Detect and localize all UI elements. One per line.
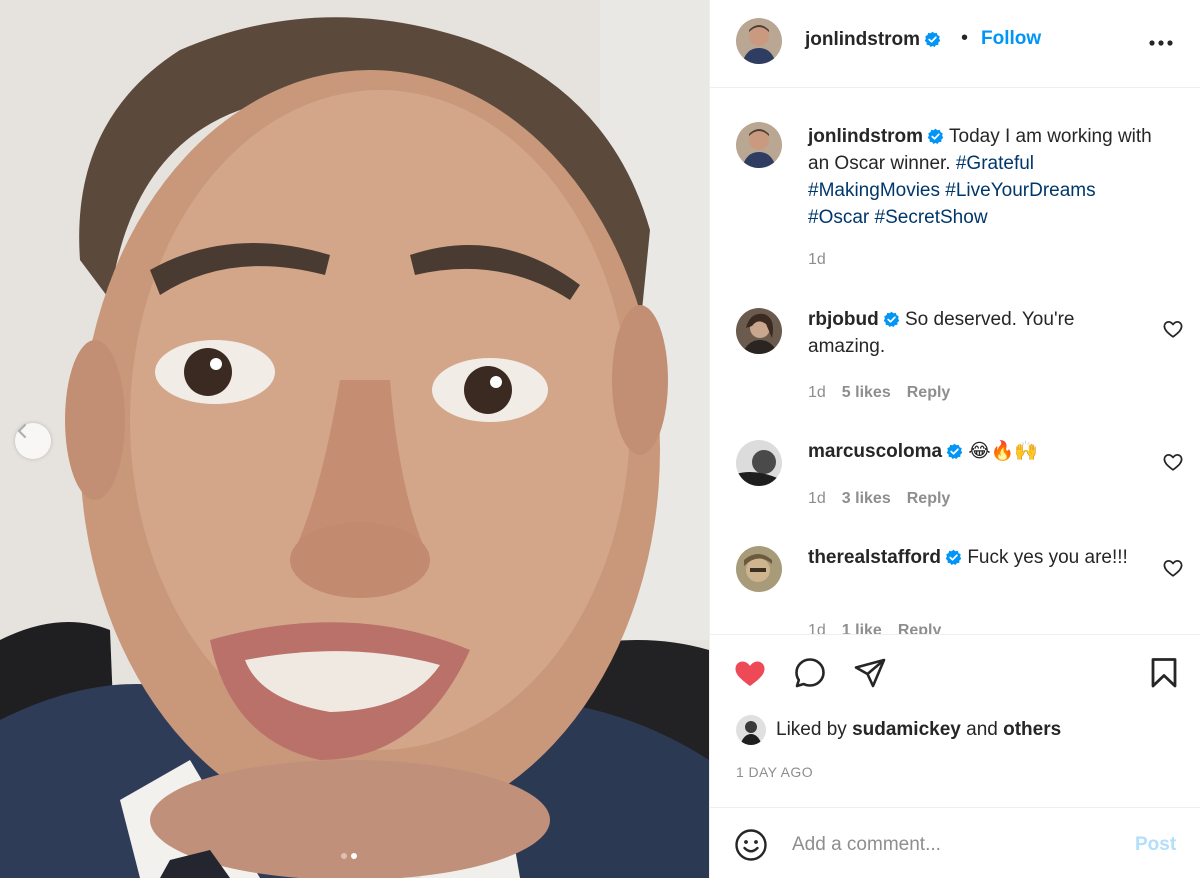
comment-reply-button[interactable]: Reply [898, 622, 942, 634]
avatar-image [736, 18, 782, 64]
liked-by-prefix: Liked by [776, 719, 847, 740]
hashtag-link[interactable]: #SecretShow [875, 207, 988, 228]
liked-by-and: and [966, 719, 998, 740]
author-username-text[interactable]: jonlindstrom [805, 29, 920, 50]
caption-time: 1d [808, 251, 826, 268]
comment-likes-count[interactable]: 3 likes [842, 490, 891, 508]
comment-item: marcuscoloma 😂🔥🙌 1d 3 likes Reply [710, 440, 1200, 520]
header-separator: • [961, 27, 969, 49]
commenter-username[interactable]: marcuscoloma [808, 441, 942, 462]
post-details-panel: jonlindstrom • Follow jonlindstrom Today… [709, 0, 1200, 878]
avatar-image [736, 715, 766, 745]
avatar-image [736, 308, 782, 354]
comment-body: 😂🔥🙌 [968, 441, 1038, 462]
carousel-indicator [341, 853, 357, 859]
emoji-icon[interactable] [734, 828, 768, 862]
post-caption: jonlindstrom Today I am working with an … [710, 122, 1200, 272]
comments-thread[interactable]: jonlindstrom Today I am working with an … [710, 89, 1200, 634]
comment-text-block: rbjobud So deserved. You're amazing. [808, 306, 1141, 360]
comment-body: Fuck yes you are!!! [967, 547, 1128, 568]
comment-like-heart-icon[interactable] [1162, 451, 1184, 473]
comment-time: 1d [808, 622, 826, 634]
comment-like-heart-icon[interactable] [1162, 318, 1184, 340]
liked-by-others[interactable]: others [1003, 719, 1061, 741]
follow-button[interactable]: Follow [981, 28, 1041, 50]
post-media[interactable] [0, 0, 709, 878]
comment-meta: 1d 1 like Reply [808, 622, 941, 634]
comment-likes-count[interactable]: 5 likes [842, 384, 891, 402]
comment-text-block: therealstafford Fuck yes you are!!! [808, 544, 1141, 571]
avatar-image [736, 546, 782, 592]
caption-author-avatar[interactable] [736, 122, 782, 168]
comment-meta: 1d 5 likes Reply [808, 384, 950, 402]
carousel-dot [341, 853, 347, 859]
hashtag-link[interactable]: #Oscar [808, 207, 869, 228]
carousel-dot-active [351, 853, 357, 859]
liker-avatar[interactable] [736, 715, 766, 745]
verified-badge-icon [945, 549, 962, 566]
verified-badge-icon [883, 311, 899, 328]
commenter-avatar[interactable] [736, 546, 782, 592]
more-options-icon[interactable] [1147, 30, 1175, 54]
comment-item: therealstafford Fuck yes you are!!! 1d 1… [710, 546, 1200, 634]
add-comment-bar: Post [710, 807, 1200, 878]
share-icon[interactable] [852, 655, 888, 691]
post-header: jonlindstrom • Follow [710, 0, 1200, 88]
commenter-avatar[interactable] [736, 440, 782, 486]
verified-badge-icon [924, 31, 941, 48]
comment-item: rbjobud So deserved. You're amazing. 1d … [710, 308, 1200, 408]
commenter-username[interactable]: therealstafford [808, 547, 941, 568]
save-bookmark-icon[interactable] [1146, 655, 1182, 691]
post-comment-button[interactable]: Post [1135, 834, 1176, 856]
comment-meta: 1d 3 likes Reply [808, 490, 950, 508]
avatar-image [736, 440, 782, 486]
caption-meta: 1d [808, 251, 826, 269]
comment-icon[interactable] [792, 655, 828, 691]
comment-reply-button[interactable]: Reply [907, 384, 951, 402]
comment-text-block: marcuscoloma 😂🔥🙌 [808, 438, 1141, 465]
comment-like-heart-icon[interactable] [1162, 557, 1184, 579]
comment-input[interactable] [792, 830, 1112, 860]
previous-slide-button[interactable] [15, 423, 51, 459]
comment-time: 1d [808, 384, 826, 401]
commenter-avatar[interactable] [736, 308, 782, 354]
hashtag-link[interactable]: #MakingMovies [808, 180, 940, 201]
hashtag-link[interactable]: #Grateful [956, 153, 1034, 174]
author-avatar[interactable] [736, 18, 782, 64]
commenter-username[interactable]: rbjobud [808, 309, 879, 330]
author-username[interactable]: jonlindstrom [805, 29, 941, 51]
caption-username[interactable]: jonlindstrom [808, 126, 923, 147]
post-actions: Liked by sudamickey and others 1 DAY AGO [710, 634, 1200, 807]
chevron-left-icon [17, 423, 27, 439]
post-photo [0, 0, 709, 878]
verified-badge-icon [946, 443, 963, 460]
comment-reply-button[interactable]: Reply [907, 490, 951, 508]
comment-likes-count[interactable]: 1 like [842, 622, 882, 634]
liked-by-user[interactable]: sudamickey [852, 719, 961, 741]
comment-time: 1d [808, 490, 826, 507]
hashtag-link[interactable]: #LiveYourDreams [945, 180, 1095, 201]
caption-text-block: jonlindstrom Today I am working with an … [808, 123, 1161, 231]
avatar-image [736, 122, 782, 168]
liked-by-summary: Liked by sudamickey and others [736, 715, 1061, 745]
like-heart-icon[interactable] [732, 655, 768, 691]
post-timestamp[interactable]: 1 DAY AGO [736, 764, 813, 780]
verified-badge-icon [927, 128, 944, 145]
